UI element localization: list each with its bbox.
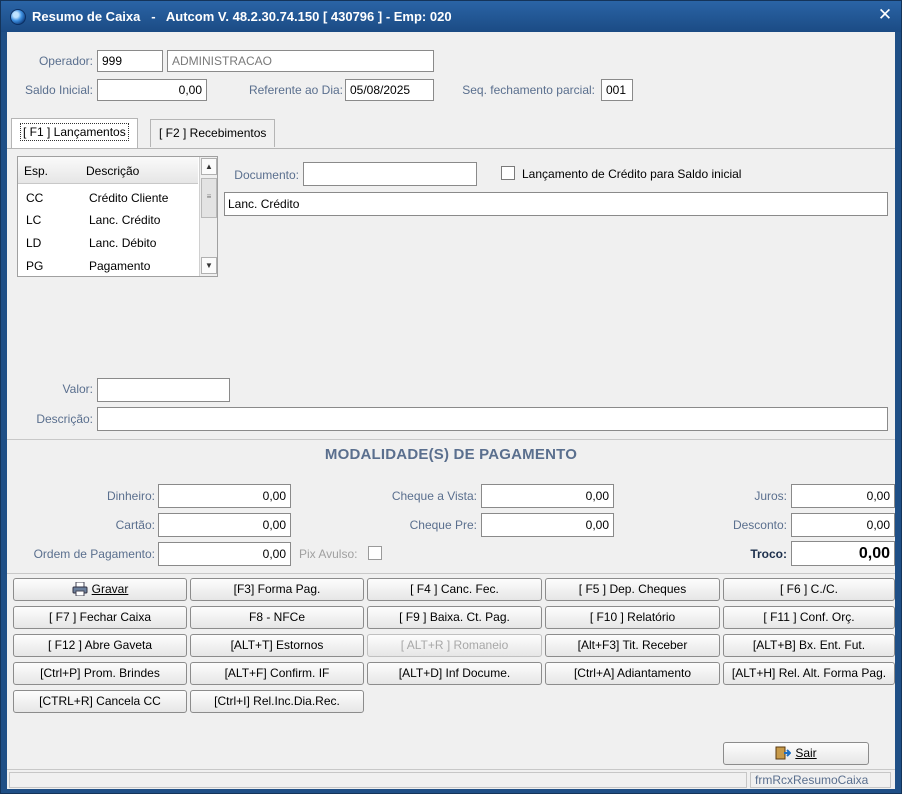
pix-avulso-label: Pix Avulso: — [299, 547, 358, 561]
prom-brindes-button[interactable]: [Ctrl+P] Prom. Brindes — [13, 662, 187, 685]
descricao-input[interactable] — [97, 407, 888, 431]
conta-corrente-button[interactable]: [ F6 ] C./C. — [723, 578, 895, 601]
gravar-button[interactable]: Gravar — [13, 578, 187, 601]
grid-cell-descricao: Lanc. Crédito — [89, 213, 161, 227]
juros-label: Juros: — [754, 489, 787, 503]
form-client-area: Operador: Saldo Inicial: Referente ao Di… — [7, 32, 895, 789]
referente-dia-input[interactable] — [345, 79, 434, 101]
cancela-cc-button[interactable]: [CTRL+R] Cancela CC — [13, 690, 187, 713]
relatorio-button[interactable]: [ F10 ] Relatório — [545, 606, 720, 629]
cheque-pre-label: Cheque Pre: — [409, 518, 477, 532]
pix-avulso-checkbox[interactable] — [368, 546, 382, 560]
status-form-name: frmRcxResumoCaixa — [750, 772, 891, 788]
cartao-input[interactable] — [158, 513, 291, 537]
scroll-down-icon[interactable]: ▼ — [201, 257, 217, 274]
status-bar: frmRcxResumoCaixa — [7, 769, 895, 789]
dinheiro-label: Dinheiro: — [106, 489, 155, 503]
romaneio-button[interactable]: [ ALT+R ] Romaneio — [367, 634, 542, 657]
tab-lancamentos-label: [ F1 ] Lançamentos — [20, 123, 129, 141]
section-divider — [7, 439, 895, 440]
app-icon — [10, 9, 26, 25]
nfce-button[interactable]: F8 - NFCe — [190, 606, 364, 629]
sair-button[interactable]: Sair — [723, 742, 869, 765]
abre-gaveta-button[interactable]: [ F12 ] Abre Gaveta — [13, 634, 187, 657]
grid-scrollbar[interactable]: ▲ ≡ ▼ — [199, 157, 217, 276]
grid-header-esp[interactable]: Esp. — [24, 164, 48, 178]
operador-code-input[interactable] — [97, 50, 163, 72]
cheque-vista-label: Cheque a Vista: — [391, 489, 477, 503]
descricao-label: Descrição: — [36, 412, 93, 426]
modalidades-title: MODALIDADE(S) DE PAGAMENTO — [324, 446, 578, 463]
baixa-ct-pag-button[interactable]: [ F9 ] Baixa. Ct. Pag. — [367, 606, 542, 629]
ordem-pagamento-label: Ordem de Pagamento: — [33, 547, 155, 561]
grid-cell-esp: LC — [26, 213, 42, 227]
referente-dia-label: Referente ao Dia: — [248, 83, 343, 97]
saldo-inicial-input[interactable] — [97, 79, 207, 101]
tab-pane-border — [7, 148, 895, 149]
buttons-divider — [7, 573, 895, 574]
dinheiro-input[interactable] — [158, 484, 291, 508]
exit-door-icon — [775, 746, 792, 760]
credito-saldo-checkbox-label[interactable]: Lançamento de Crédito para Saldo inicial — [522, 167, 741, 181]
desconto-label: Desconto: — [732, 518, 787, 532]
grid-cell-esp: CC — [26, 191, 44, 205]
status-panel-main — [9, 772, 747, 788]
operador-label: Operador: — [38, 54, 93, 68]
cartao-label: Cartão: — [115, 518, 155, 532]
title-bar[interactable]: Resumo de Caixa - Autcom V. 48.2.30.74.1… — [1, 1, 901, 32]
conf-orc-button[interactable]: [ F11 ] Conf. Orç. — [723, 606, 895, 629]
gravar-button-label: Gravar — [91, 582, 129, 596]
grid-cell-esp: PG — [26, 259, 44, 273]
grid-header-descricao[interactable]: Descrição — [86, 164, 139, 178]
grid-cell-descricao: Pagamento — [89, 259, 151, 273]
seq-fechamento-input[interactable] — [601, 79, 633, 101]
ordem-pagamento-input[interactable] — [158, 542, 291, 566]
tit-receber-button[interactable]: [Alt+F3] Tit. Receber — [545, 634, 720, 657]
rel-alt-forma-pag-button[interactable]: [ALT+H] Rel. Alt. Forma Pag. — [723, 662, 895, 685]
adiantamento-button[interactable]: [Ctrl+A] Adiantamento — [545, 662, 720, 685]
saldo-inicial-label: Saldo Inicial: — [24, 83, 93, 97]
cheque-vista-input[interactable] — [481, 484, 614, 508]
scroll-thumb[interactable]: ≡ — [201, 178, 217, 218]
tab-lancamentos[interactable]: [ F1 ] Lançamentos — [11, 118, 138, 148]
forma-pag-button[interactable]: [F3] Forma Pag. — [190, 578, 364, 601]
grid-cell-esp: LD — [26, 236, 42, 250]
rel-inc-dia-rec-button[interactable]: [Ctrl+I] Rel.Inc.Dia.Rec. — [190, 690, 364, 713]
cheque-pre-input[interactable] — [481, 513, 614, 537]
printer-icon — [72, 582, 88, 596]
canc-fec-button[interactable]: [ F4 ] Canc. Fec. — [367, 578, 542, 601]
troco-label: Troco: — [750, 547, 787, 561]
desconto-input[interactable] — [791, 513, 895, 537]
close-icon[interactable]: ✕ — [875, 5, 895, 25]
tab-recebimentos[interactable]: [ F2 ] Recebimentos — [150, 119, 276, 147]
fechar-caixa-button[interactable]: [ F7 ] Fechar Caixa — [13, 606, 187, 629]
grid-cell-descricao: Crédito Cliente — [89, 191, 169, 205]
inf-docume-button[interactable]: [ALT+D] Inf Docume. — [367, 662, 542, 685]
especie-grid[interactable]: Esp. Descrição CC Crédito Cliente LC Lan… — [17, 156, 218, 277]
documento-label: Documento: — [234, 168, 299, 182]
documento-input[interactable] — [303, 162, 477, 186]
dep-cheques-button[interactable]: [ F5 ] Dep. Cheques — [545, 578, 720, 601]
bx-ent-fut-button[interactable]: [ALT+B] Bx. Ent. Fut. — [723, 634, 895, 657]
operador-name-field — [167, 50, 434, 72]
window-title: Resumo de Caixa - Autcom V. 48.2.30.74.1… — [32, 9, 452, 24]
main-window: Resumo de Caixa - Autcom V. 48.2.30.74.1… — [0, 0, 902, 794]
credito-saldo-checkbox[interactable] — [501, 166, 515, 180]
seq-fechamento-label: Seq. fechamento parcial: — [462, 83, 595, 97]
juros-input[interactable] — [791, 484, 895, 508]
scroll-up-icon[interactable]: ▲ — [201, 158, 217, 175]
grid-cell-descricao: Lanc. Débito — [89, 236, 157, 250]
valor-label: Valor: — [62, 382, 93, 396]
valor-input[interactable] — [97, 378, 230, 402]
grid-header: Esp. Descrição — [18, 157, 198, 184]
sair-button-label: Sair — [795, 746, 817, 760]
tipo-lancamento-display — [224, 192, 888, 216]
tab-recebimentos-label: [ F2 ] Recebimentos — [159, 126, 267, 140]
confirm-if-button[interactable]: [ALT+F] Confirm. IF — [190, 662, 364, 685]
troco-field — [791, 541, 895, 566]
estornos-button[interactable]: [ALT+T] Estornos — [190, 634, 364, 657]
